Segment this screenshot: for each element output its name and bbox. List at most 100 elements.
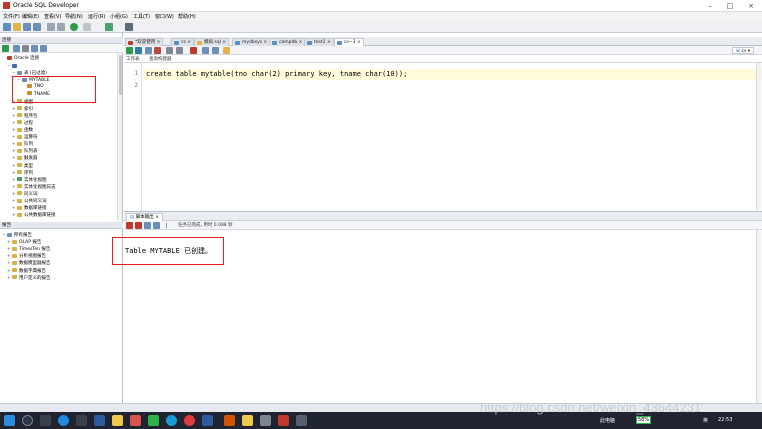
tree-item[interactable]: + 实体化视图 — [0, 176, 47, 183]
tab-query-builder[interactable]: 查询构建器 — [149, 56, 172, 62]
filter-icon[interactable] — [22, 45, 29, 52]
panel-close-icon[interactable]: — × — [2, 222, 120, 227]
connection-selector[interactable]: ⛁ cs ▾ — [732, 47, 754, 54]
tree-item[interactable]: + TimesTen 报告 — [0, 245, 50, 252]
debug-icon[interactable] — [105, 23, 113, 31]
tree-item[interactable]: + 数据模型器报告 — [0, 259, 51, 266]
folder-icon[interactable] — [112, 415, 123, 426]
maximize-button[interactable]: □ — [720, 0, 740, 12]
tree-item[interactable]: + 数据库链接 — [0, 204, 47, 211]
tab-script-output[interactable]: ▤ 脚本输出 × — [126, 213, 163, 221]
menu-help[interactable]: 帮助(H) — [178, 13, 196, 20]
tree-item[interactable]: + 用户定义的报告 — [0, 274, 51, 281]
tree-item[interactable]: + 触发器 — [0, 154, 38, 161]
unshared-worksheet-icon[interactable] — [223, 47, 230, 54]
tree-item[interactable]: + 序列 — [0, 169, 33, 176]
doc-tab-welcome[interactable]: *欢迎使用 × — [125, 38, 164, 46]
tree-item[interactable]: + 过程 — [0, 119, 33, 126]
clear-icon[interactable] — [190, 47, 197, 54]
tree-item[interactable]: + 队列 — [0, 140, 33, 147]
doc-tab-cs-3[interactable]: cs~3 × — [334, 38, 364, 46]
commit-icon[interactable] — [145, 47, 152, 54]
run-script-icon[interactable] — [135, 47, 142, 54]
schema-icon[interactable] — [31, 45, 38, 52]
explorer-icon[interactable] — [76, 415, 87, 426]
undo-icon[interactable] — [47, 23, 55, 31]
wechat-icon[interactable] — [148, 415, 159, 426]
menu-view[interactable]: 查看(V) — [44, 13, 61, 20]
doc-tab-cs[interactable]: cs × — [171, 38, 195, 46]
menu-edit[interactable]: 编辑(E) — [22, 13, 39, 20]
redo-icon[interactable] — [57, 23, 65, 31]
open-icon[interactable] — [13, 23, 21, 31]
sql-developer-taskbar-icon[interactable] — [278, 415, 289, 426]
tree-item[interactable]: + 运算符 — [0, 133, 38, 140]
menu-file[interactable]: 文件(F) — [3, 13, 20, 20]
save-output-icon[interactable] — [144, 222, 151, 229]
panel-close-icon[interactable]: — × — [2, 37, 120, 42]
close-button[interactable]: × — [741, 0, 761, 12]
menu-team[interactable]: 小组(G) — [110, 13, 128, 20]
tab-worksheet[interactable]: 工作表 — [126, 56, 140, 62]
edge-icon[interactable] — [58, 415, 69, 426]
tree-item[interactable]: + 公共数据库链接 — [0, 211, 56, 218]
tree-item[interactable]: + 数据字典报告 — [0, 267, 46, 274]
tree-item[interactable]: + OLAP 报告 — [0, 238, 41, 245]
tree-item[interactable]: − 所有报告 — [0, 231, 32, 238]
back-icon[interactable] — [83, 23, 91, 31]
clock[interactable]: 22:53 — [718, 417, 732, 423]
tree-item[interactable]: + 函数 — [0, 126, 33, 133]
word-icon[interactable] — [94, 415, 105, 426]
app-icon[interactable] — [130, 415, 141, 426]
minimize-button[interactable]: – — [700, 0, 720, 12]
save-all-icon[interactable] — [33, 23, 41, 31]
menu-tools[interactable]: 工具(T) — [133, 13, 150, 20]
tree-item[interactable]: + 分析视图报告 — [0, 252, 46, 259]
print-icon[interactable] — [125, 23, 133, 31]
doc-tab-campdb[interactable]: campdb × — [269, 38, 306, 46]
search-icon[interactable] — [22, 415, 33, 426]
app-icon-5[interactable] — [296, 415, 307, 426]
import-icon[interactable] — [40, 45, 47, 52]
print-output-icon[interactable] — [153, 222, 160, 229]
task-view-icon[interactable] — [40, 415, 51, 426]
explain-plan-icon[interactable] — [166, 47, 173, 54]
new-icon[interactable] — [3, 23, 11, 31]
pin-icon[interactable] — [126, 222, 133, 229]
battery-indicator[interactable]: 58% — [636, 416, 652, 424]
refresh-icon[interactable] — [13, 45, 20, 52]
save-icon[interactable] — [23, 23, 31, 31]
tree-item[interactable]: + 实体化视图日志 — [0, 183, 56, 190]
app-icon-2[interactable] — [202, 415, 213, 426]
tree-item[interactable]: + 队列表 — [0, 147, 38, 154]
rollback-icon[interactable] — [154, 47, 161, 54]
app-icon-3[interactable] — [224, 415, 235, 426]
connections-scrollbar[interactable] — [117, 53, 122, 221]
editor-scrollbar[interactable] — [756, 63, 761, 210]
notes-icon[interactable] — [242, 415, 253, 426]
run-statement-icon[interactable] — [126, 47, 133, 54]
autotrace-icon[interactable] — [176, 47, 183, 54]
tree-item[interactable]: − — [0, 62, 19, 69]
tree-item[interactable]: + 索引 — [0, 105, 33, 112]
doc-tab-sql-file[interactable]: 模拟.sql × — [194, 38, 230, 46]
doc-tab-mydbsys[interactable]: mydbsys × — [232, 38, 271, 46]
tree-item[interactable]: + 程序包 — [0, 112, 38, 119]
doc-tab-test1[interactable]: test1 × — [304, 38, 334, 46]
history-icon[interactable] — [212, 47, 219, 54]
run-icon[interactable] — [70, 23, 78, 31]
menu-navigate[interactable]: 导航(N) — [65, 13, 83, 20]
format-icon[interactable] — [202, 47, 209, 54]
tree-item[interactable]: Oracle 连接 — [0, 55, 39, 62]
menu-window[interactable]: 窗口(W) — [155, 13, 174, 20]
add-connection-icon[interactable] — [2, 45, 9, 52]
app-icon-4[interactable] — [260, 415, 271, 426]
menu-run[interactable]: 运行(R) — [88, 13, 105, 20]
tree-item[interactable]: + 公共同义词 — [0, 197, 47, 204]
output-scrollbar[interactable] — [756, 230, 761, 404]
tree-item[interactable]: + 类型 — [0, 162, 33, 169]
tree-item[interactable]: + 同义词 — [0, 190, 38, 197]
ime-indicator[interactable]: 英 — [703, 417, 708, 424]
clear-output-icon[interactable] — [135, 222, 142, 229]
network-label[interactable]: 此电脑 — [600, 417, 615, 424]
